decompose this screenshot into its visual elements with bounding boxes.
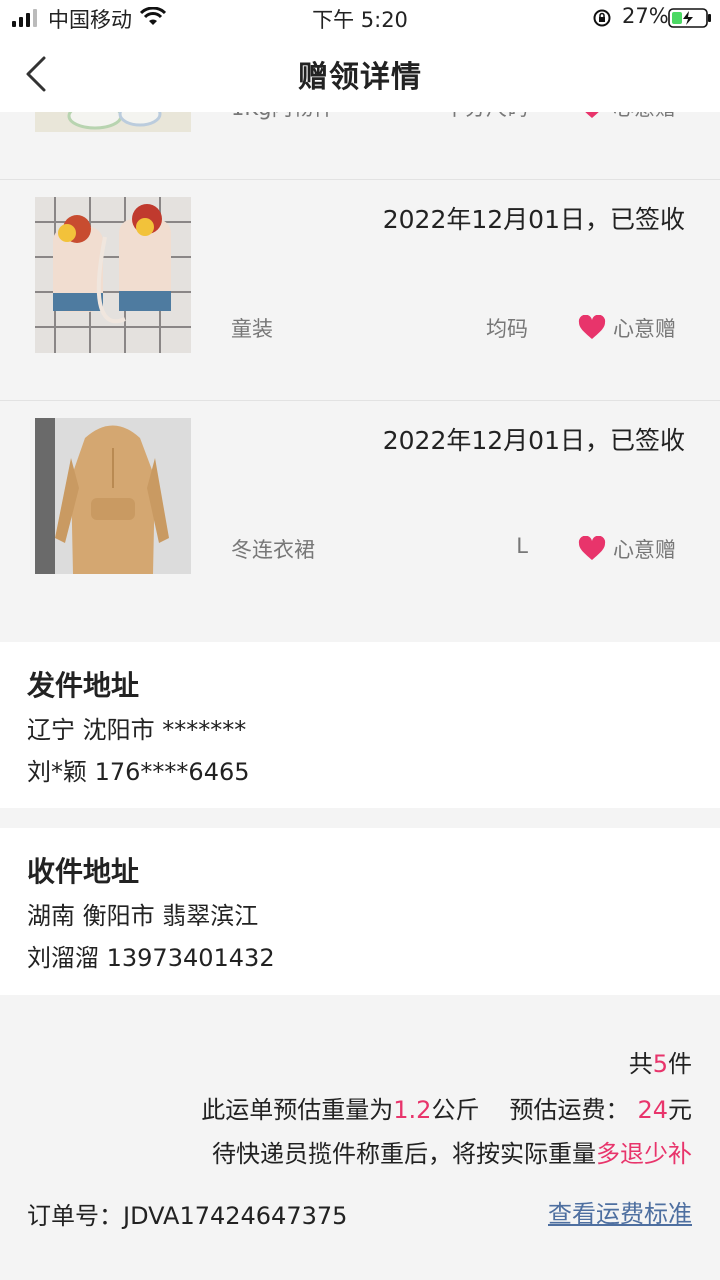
battery-icon: [668, 8, 711, 28]
item-category: 冬连衣裙: [231, 538, 315, 562]
heart-icon: [585, 112, 599, 118]
fee-standard-link[interactable]: 查看运费标准: [548, 1194, 692, 1229]
receiver-contact: 刘溜溜 13973401432: [27, 944, 275, 972]
gift-label: 心意赠: [613, 112, 676, 122]
item-category: 童装: [231, 317, 273, 341]
receiver-address: 湖南 衡阳市 翡翠滨江: [27, 902, 259, 930]
item-size: 不分尺码: [444, 112, 528, 122]
estimated-weight: 1.2: [393, 1096, 432, 1124]
item-count: 共5件: [628, 1050, 692, 1078]
item-photo: [35, 197, 191, 353]
status-bar: 中国移动 下午 5:20 27%: [0, 0, 720, 36]
gift-label: 心意赠: [613, 538, 676, 562]
list-item[interactable]: 1Kg内物件 不分尺码 心意赠: [0, 112, 720, 180]
page-title: 赠领详情: [298, 60, 422, 95]
rotation-lock-icon: [593, 9, 611, 27]
receiver-title: 收件地址: [27, 855, 140, 888]
item-list: 1Kg内物件 不分尺码 心意赠: [0, 112, 720, 642]
refund-policy-highlight: 多退少补: [596, 1140, 692, 1168]
item-date: 2022年12月01日，已签收: [382, 205, 685, 234]
heart-icon: [578, 536, 606, 560]
estimated-fee: 24: [637, 1096, 668, 1124]
item-photo: [35, 418, 191, 574]
item-category: 1Kg内物件: [231, 112, 334, 122]
gift-label: 心意赠: [613, 317, 676, 341]
list-item[interactable]: 2022年12月01日，已签收 童装 均码 心意赠: [0, 180, 720, 401]
sender-contact: 刘*颖 176****6465: [27, 758, 250, 786]
order-number-value: JDVA17424647375: [123, 1202, 348, 1230]
order-number: 订单号：JDVA17424647375: [27, 1202, 348, 1230]
item-date: 2022年12月01日，已签收: [382, 426, 685, 455]
sender-title: 发件地址: [27, 669, 140, 702]
battery-percentage: 27%: [622, 4, 669, 28]
weight-note: 待快递员揽件称重后，将按实际重量多退少补: [212, 1140, 692, 1168]
list-item[interactable]: 2022年12月01日，已签收 冬连衣裙 L 心意赠: [0, 401, 720, 621]
nav-bar: 赠领详情: [0, 36, 720, 112]
sender-address-card: 发件地址 辽宁 沈阳市 ******* 刘*颖 176****6465: [0, 642, 720, 808]
clock: 下午 5:20: [312, 8, 408, 32]
receiver-address-card: 收件地址 湖南 衡阳市 翡翠滨江 刘溜溜 13973401432: [0, 828, 720, 995]
item-photo: [35, 112, 191, 132]
item-size: L: [516, 534, 528, 558]
heart-icon: [578, 315, 606, 339]
item-count-value: 5: [652, 1050, 668, 1078]
sender-address: 辽宁 沈阳市 *******: [27, 716, 247, 744]
weight-and-fee: 此运单预估重量为1.2公斤 预估运费： 24元: [201, 1096, 692, 1124]
item-size: 均码: [486, 317, 528, 341]
